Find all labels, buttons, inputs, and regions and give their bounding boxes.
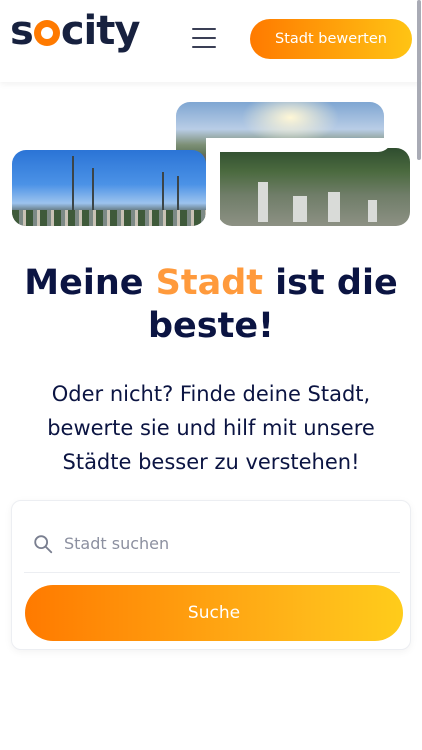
- site-header: s city Stadt bewerten: [0, 0, 422, 82]
- socity-logo[interactable]: s city: [10, 8, 141, 66]
- logo-o-mark: [33, 20, 60, 46]
- rate-city-button[interactable]: Stadt bewerten: [250, 19, 412, 59]
- hero-title-part1: Meine: [24, 263, 156, 303]
- photo-separator-top: [206, 138, 392, 152]
- search-icon: [34, 534, 53, 553]
- photo-separator: [206, 138, 220, 233]
- hero-title-accent: Stadt: [155, 263, 263, 303]
- city-skyline-photo: [218, 148, 410, 226]
- hero-subtitle: Oder nicht? Finde deine Stadt, bewerte s…: [47, 382, 375, 474]
- logo-letter-s: s: [10, 8, 34, 54]
- search-input[interactable]: [64, 534, 364, 553]
- harbor-photo: [12, 150, 206, 226]
- search-submit-button[interactable]: Suche: [25, 585, 403, 641]
- search-card: Suche: [11, 500, 411, 650]
- logo-letters-city: city: [60, 8, 141, 54]
- hamburger-menu-icon[interactable]: [192, 28, 216, 48]
- search-field[interactable]: [24, 515, 400, 573]
- scrollbar-thumb[interactable]: [417, 0, 421, 160]
- hero-title: Meine Stadt ist die beste!: [0, 262, 422, 348]
